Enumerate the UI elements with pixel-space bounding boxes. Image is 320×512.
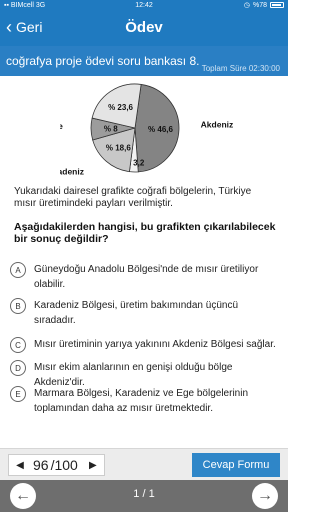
question-content: % 46,6Akdeniz% 3,2Diğer% 18,6Karadeniz% … [0,66,288,448]
slice-name-label: Ege [60,121,63,131]
option-b[interactable]: B Karadeniz Bölgesi, üretim bakımından ü… [10,298,280,328]
page-title: Ödev [125,19,163,36]
triangle-right-icon[interactable]: ▶ [82,455,104,475]
status-time: 12:42 [135,1,153,9]
option-letter: D [10,360,26,376]
arrow-right-icon[interactable]: → [252,483,278,509]
status-bar: ▪▪ BIMcell 3G 12:42 ◷ %78 [0,0,288,10]
option-letter: C [10,337,26,353]
browser-footer: ← 1 / 1 → [0,480,288,512]
option-text: Mısır üretiminin yarıya yakınını Akdeniz… [34,339,276,350]
option-letter: B [10,298,26,314]
slice-name-label: Akdeniz [201,120,234,130]
pie-chart: % 46,6Akdeniz% 3,2Diğer% 18,6Karadeniz% … [43,66,240,192]
total-time: Toplam Süre 02:30:00 [201,64,280,73]
pie-chart-svg: % 46,6Akdeniz% 3,2Diğer% 18,6Karadeniz% … [43,66,234,192]
option-letter: E [10,386,26,402]
option-e[interactable]: E Marmara Bölgesi, Karadeniz ve Ege bölg… [10,386,280,416]
option-letter: A [10,262,26,278]
nav-bar: ‹ Geri Ödev [0,10,288,46]
battery-icon [270,2,284,8]
option-text: Marmara Bölgesi, Karadeniz ve Ege bölgel… [34,388,249,414]
slice-value-label: % 23,6 [108,103,133,112]
question-intro: Yukarıdaki dairesel grafikte coğrafi böl… [14,186,252,209]
page-indicator: 1 / 1 [133,488,155,500]
slice-value-label: % 18,6 [106,143,131,152]
question-pager: ◀ 96 /100 ▶ [8,454,105,476]
option-a[interactable]: A Güneydoğu Anadolu Bölgesi'nde de mısır… [10,262,280,292]
answer-form-button[interactable]: Cevap Formu [192,453,280,477]
slice-value-label: % 46,6 [148,125,173,134]
question-stem: Aşağıdakilerden hangisi, bu grafikten çı… [14,221,276,245]
slice-value-label: % 8 [104,125,118,134]
option-text: Karadeniz Bölgesi, üretim bakımından üçü… [34,300,239,326]
subject-title: coğrafya proje ödevi soru bankası 8. [6,54,200,68]
option-c[interactable]: C Mısır üretiminin yarıya yakınını Akden… [10,337,280,353]
triangle-left-icon[interactable]: ◀ [9,455,31,475]
option-text: Güneydoğu Anadolu Bölgesi'nde de mısır ü… [34,264,259,290]
current-question-number[interactable]: 96 [33,457,49,473]
slice-name-label: Karadeniz [60,166,84,176]
subject-bar: coğrafya proje ödevi soru bankası 8. Top… [0,46,288,76]
total-question-count: /100 [50,457,78,473]
bottom-toolbar: ◀ 96 /100 ▶ Cevap Formu [0,448,288,480]
